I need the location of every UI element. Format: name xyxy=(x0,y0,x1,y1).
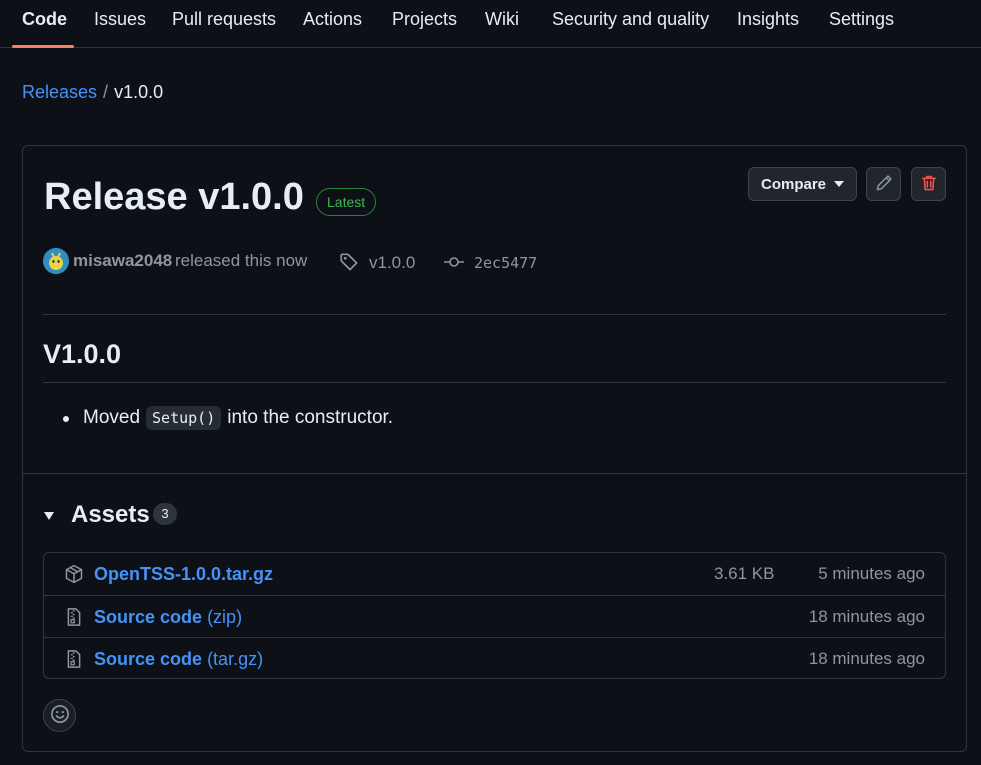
inline-code: Setup() xyxy=(146,406,222,430)
edit-button[interactable] xyxy=(866,167,901,201)
release-body-heading: V1.0.0 xyxy=(43,339,122,369)
assets-heading[interactable]: Assets xyxy=(71,501,150,529)
tab-actions[interactable]: Actions xyxy=(303,9,362,30)
breadcrumb-current: v1.0.0 xyxy=(114,82,164,102)
commit-icon xyxy=(443,252,465,277)
asset-time: 18 minutes ago xyxy=(808,649,925,668)
tag-link[interactable]: v1.0.0 xyxy=(369,253,415,273)
release-title: Release v1.0.0 xyxy=(44,176,304,218)
asset-row: OpenTSS-1.0.0.tar.gz 3.61 KB 5 minutes a… xyxy=(44,553,945,595)
assets-list: OpenTSS-1.0.0.tar.gz 3.61 KB 5 minutes a… xyxy=(43,552,946,679)
release-card: Release v1.0.0 Latest Compare misawa2048… xyxy=(22,145,967,752)
note-text-after: into the constructor. xyxy=(227,407,394,428)
pencil-icon xyxy=(875,174,893,195)
delete-button[interactable] xyxy=(911,167,946,201)
triangle-down-icon[interactable] xyxy=(44,512,54,520)
trash-icon xyxy=(920,174,938,195)
tab-wiki[interactable]: Wiki xyxy=(485,9,519,30)
tab-code[interactable]: Code xyxy=(22,9,67,30)
note-text-before: Moved xyxy=(83,407,141,428)
asset-link[interactable]: OpenTSS-1.0.0.tar.gz xyxy=(94,564,273,585)
assets-count-badge: 3 xyxy=(153,503,177,525)
compare-button[interactable]: Compare xyxy=(748,167,857,201)
active-tab-indicator xyxy=(12,45,74,48)
tab-projects[interactable]: Projects xyxy=(392,9,457,30)
asset-ext: (tar.gz) xyxy=(207,649,264,669)
tab-security[interactable]: Security and quality xyxy=(552,9,709,30)
asset-time: 5 minutes ago xyxy=(818,564,925,583)
smiley-icon xyxy=(50,704,70,727)
asset-size: 3.61 KB xyxy=(714,564,775,583)
package-icon xyxy=(64,564,84,589)
divider xyxy=(43,382,946,383)
latest-badge: Latest xyxy=(316,188,377,216)
asset-name: OpenTSS-1.0.0.tar.gz xyxy=(94,564,274,584)
released-text: released this now xyxy=(175,251,308,270)
repo-nav: Code Issues Pull requests Actions Projec… xyxy=(0,0,981,48)
author-link[interactable]: misawa2048 xyxy=(73,251,172,271)
compare-label: Compare xyxy=(760,175,827,193)
release-meta: misawa2048 released this now v1.0.0 2ec5… xyxy=(43,248,643,274)
asset-time: 18 minutes ago xyxy=(808,607,925,626)
release-note-item: Moved Setup() into the constructor. xyxy=(83,406,393,430)
tab-insights[interactable]: Insights xyxy=(737,9,799,30)
caret-down-icon xyxy=(834,181,845,187)
tab-pull-requests[interactable]: Pull requests xyxy=(172,9,276,30)
asset-ext: (zip) xyxy=(207,607,243,627)
divider xyxy=(23,473,966,474)
asset-row: Source code (tar.gz) 18 minutes ago xyxy=(44,637,945,679)
file-zip-icon xyxy=(64,607,84,632)
asset-name: Source code xyxy=(94,649,203,669)
bullet-icon xyxy=(63,416,69,422)
file-zip-icon xyxy=(64,649,84,674)
breadcrumb-separator: / xyxy=(103,82,109,102)
asset-link[interactable]: Source code (tar.gz) xyxy=(94,649,263,670)
tab-settings[interactable]: Settings xyxy=(829,9,894,30)
tag-icon xyxy=(339,252,359,277)
breadcrumb: Releases / v1.0.0 xyxy=(22,82,163,103)
divider xyxy=(43,314,946,315)
commit-link[interactable]: 2ec5477 xyxy=(474,254,537,272)
add-reaction-button[interactable] xyxy=(43,699,76,732)
tab-issues[interactable]: Issues xyxy=(94,9,146,30)
avatar[interactable] xyxy=(43,248,69,274)
breadcrumb-releases-link[interactable]: Releases xyxy=(22,82,97,102)
asset-link[interactable]: Source code (zip) xyxy=(94,607,242,628)
asset-name: Source code xyxy=(94,607,203,627)
asset-row: Source code (zip) 18 minutes ago xyxy=(44,595,945,637)
